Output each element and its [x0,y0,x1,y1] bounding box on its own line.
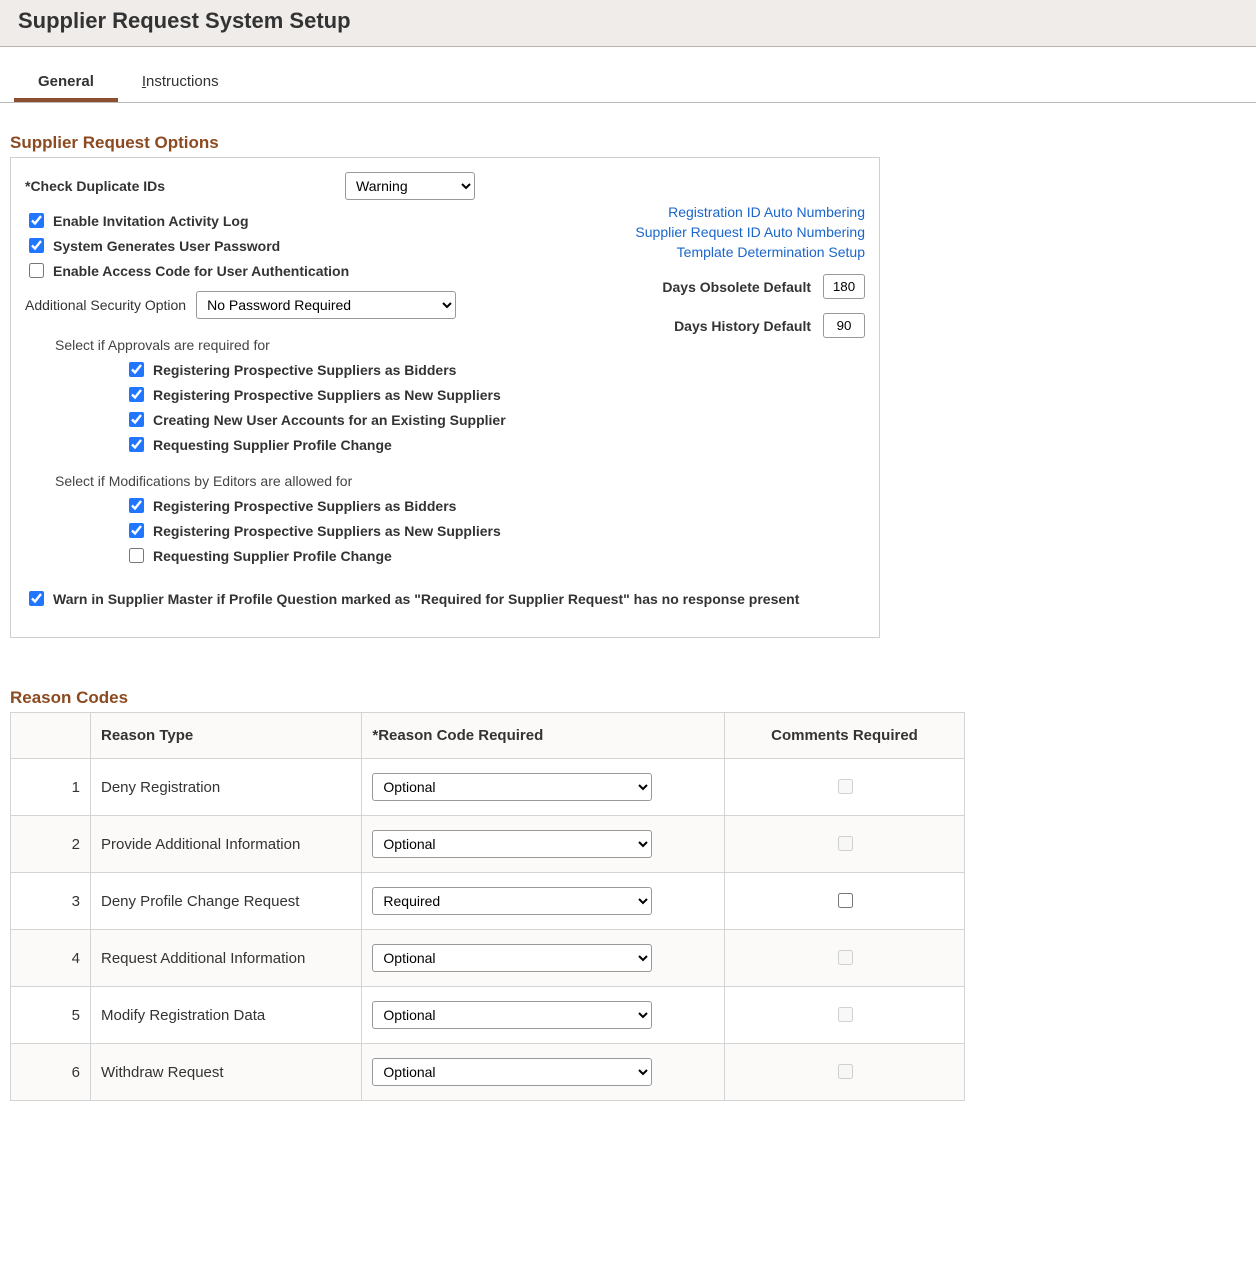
approval-checkbox[interactable] [129,387,144,402]
comments-required-cell [725,759,965,816]
reason-code-cell: Optional [362,759,725,816]
reason-col-comments: Comments Required [725,713,965,759]
modification-checkbox[interactable] [129,548,144,563]
reason-code-required-select[interactable]: Optional [372,1058,652,1086]
reason-row-number: 4 [11,930,91,987]
reason-col-code: *Reason Code Required [362,713,725,759]
reason-code-cell: Optional [362,987,725,1044]
reason-row-number: 1 [11,759,91,816]
reason-type-cell: Deny Profile Change Request [91,873,362,930]
enable-access-code-label: Enable Access Code for User Authenticati… [53,263,349,279]
comments-required-cell [725,987,965,1044]
modifications-allowed-header: Select if Modifications by Editors are a… [55,473,545,489]
tab-instructions[interactable]: Instructions [118,63,243,102]
reason-type-cell: Provide Additional Information [91,816,362,873]
reason-code-required-select[interactable]: Optional [372,773,652,801]
reason-code-required-select[interactable]: Optional [372,944,652,972]
table-row: 3Deny Profile Change Request Required [11,873,965,930]
supplier-request-options-box: *Check Duplicate IDs Warning Enable Invi… [10,157,880,638]
additional-security-option-select[interactable]: No Password Required [196,291,456,319]
days-history-default-input[interactable] [823,313,865,338]
comments-required-cell [725,1044,965,1101]
reason-code-cell: Optional [362,1044,725,1101]
days-obsolete-default-input[interactable] [823,274,865,299]
reason-row-number: 6 [11,1044,91,1101]
template-determination-setup-link[interactable]: Template Determination Setup [565,244,865,260]
modification-checkbox[interactable] [129,498,144,513]
approval-label: Registering Prospective Suppliers as New… [153,387,501,403]
reason-code-cell: Optional [362,816,725,873]
approval-item: Creating New User Accounts for an Existi… [125,409,545,430]
approval-checkbox[interactable] [129,362,144,377]
comments-required-checkbox [838,1064,853,1079]
reason-row-number: 3 [11,873,91,930]
days-history-default-label: Days History Default [674,318,811,334]
reason-type-cell: Withdraw Request [91,1044,362,1101]
comments-required-checkbox [838,1007,853,1022]
approval-item: Requesting Supplier Profile Change [125,434,545,455]
reason-code-required-select[interactable]: Optional [372,830,652,858]
check-duplicate-ids-select[interactable]: Warning [345,172,475,200]
page-title: Supplier Request System Setup [18,8,1238,34]
table-row: 2Provide Additional Information Optional [11,816,965,873]
approval-item: Registering Prospective Suppliers as New… [125,384,545,405]
approval-label: Creating New User Accounts for an Existi… [153,412,506,428]
reason-code-cell: Required [362,873,725,930]
comments-required-checkbox [838,950,853,965]
reason-col-rownum [11,713,91,759]
modification-item: Registering Prospective Suppliers as Bid… [125,495,545,516]
content: Supplier Request Options *Check Duplicat… [0,103,1256,1121]
registration-id-auto-numbering-link[interactable]: Registration ID Auto Numbering [565,204,865,220]
reason-row-number: 2 [11,816,91,873]
days-obsolete-default-label: Days Obsolete Default [662,279,811,295]
modification-checkbox[interactable] [129,523,144,538]
comments-required-cell [725,930,965,987]
reason-col-type: Reason Type [91,713,362,759]
modification-label: Registering Prospective Suppliers as New… [153,523,501,539]
approval-checkbox[interactable] [129,437,144,452]
comments-required-cell [725,873,965,930]
tab-general[interactable]: General [14,63,118,102]
system-generates-password-label: System Generates User Password [53,238,280,254]
check-duplicate-ids-label: *Check Duplicate IDs [25,178,345,194]
modification-item: Requesting Supplier Profile Change [125,545,545,566]
table-row: 4Request Additional Information Optional [11,930,965,987]
additional-security-option-label: Additional Security Option [25,297,186,313]
section-reason-codes-title: Reason Codes [10,688,1246,708]
supplier-request-id-auto-numbering-link[interactable]: Supplier Request ID Auto Numbering [565,224,865,240]
warn-supplier-master-checkbox[interactable] [29,591,44,606]
comments-required-cell [725,816,965,873]
reason-type-cell: Modify Registration Data [91,987,362,1044]
modification-label: Requesting Supplier Profile Change [153,548,392,564]
warn-supplier-master-label: Warn in Supplier Master if Profile Quest… [53,591,799,607]
reason-code-required-select[interactable]: Optional [372,1001,652,1029]
reason-row-number: 5 [11,987,91,1044]
approvals-required-header: Select if Approvals are required for [55,337,545,353]
table-row: 5Modify Registration Data Optional [11,987,965,1044]
reason-codes-table: Reason Type *Reason Code Required Commen… [10,712,965,1101]
comments-required-checkbox [838,779,853,794]
section-supplier-request-options-title: Supplier Request Options [10,133,1246,153]
approval-label: Requesting Supplier Profile Change [153,437,392,453]
reason-code-cell: Optional [362,930,725,987]
approval-item: Registering Prospective Suppliers as Bid… [125,359,545,380]
enable-invitation-log-checkbox[interactable] [29,213,44,228]
system-generates-password-checkbox[interactable] [29,238,44,253]
modification-item: Registering Prospective Suppliers as New… [125,520,545,541]
table-row: 6Withdraw Request Optional [11,1044,965,1101]
reason-type-cell: Deny Registration [91,759,362,816]
modification-label: Registering Prospective Suppliers as Bid… [153,498,456,514]
tab-row: General Instructions [0,63,1256,103]
enable-invitation-log-label: Enable Invitation Activity Log [53,213,249,229]
comments-required-checkbox [838,836,853,851]
reason-code-required-select[interactable]: Required [372,887,652,915]
header-bar: Supplier Request System Setup [0,0,1256,47]
reason-type-cell: Request Additional Information [91,930,362,987]
table-row: 1Deny Registration Optional [11,759,965,816]
approval-label: Registering Prospective Suppliers as Bid… [153,362,456,378]
enable-access-code-checkbox[interactable] [29,263,44,278]
approval-checkbox[interactable] [129,412,144,427]
comments-required-checkbox[interactable] [838,893,853,908]
